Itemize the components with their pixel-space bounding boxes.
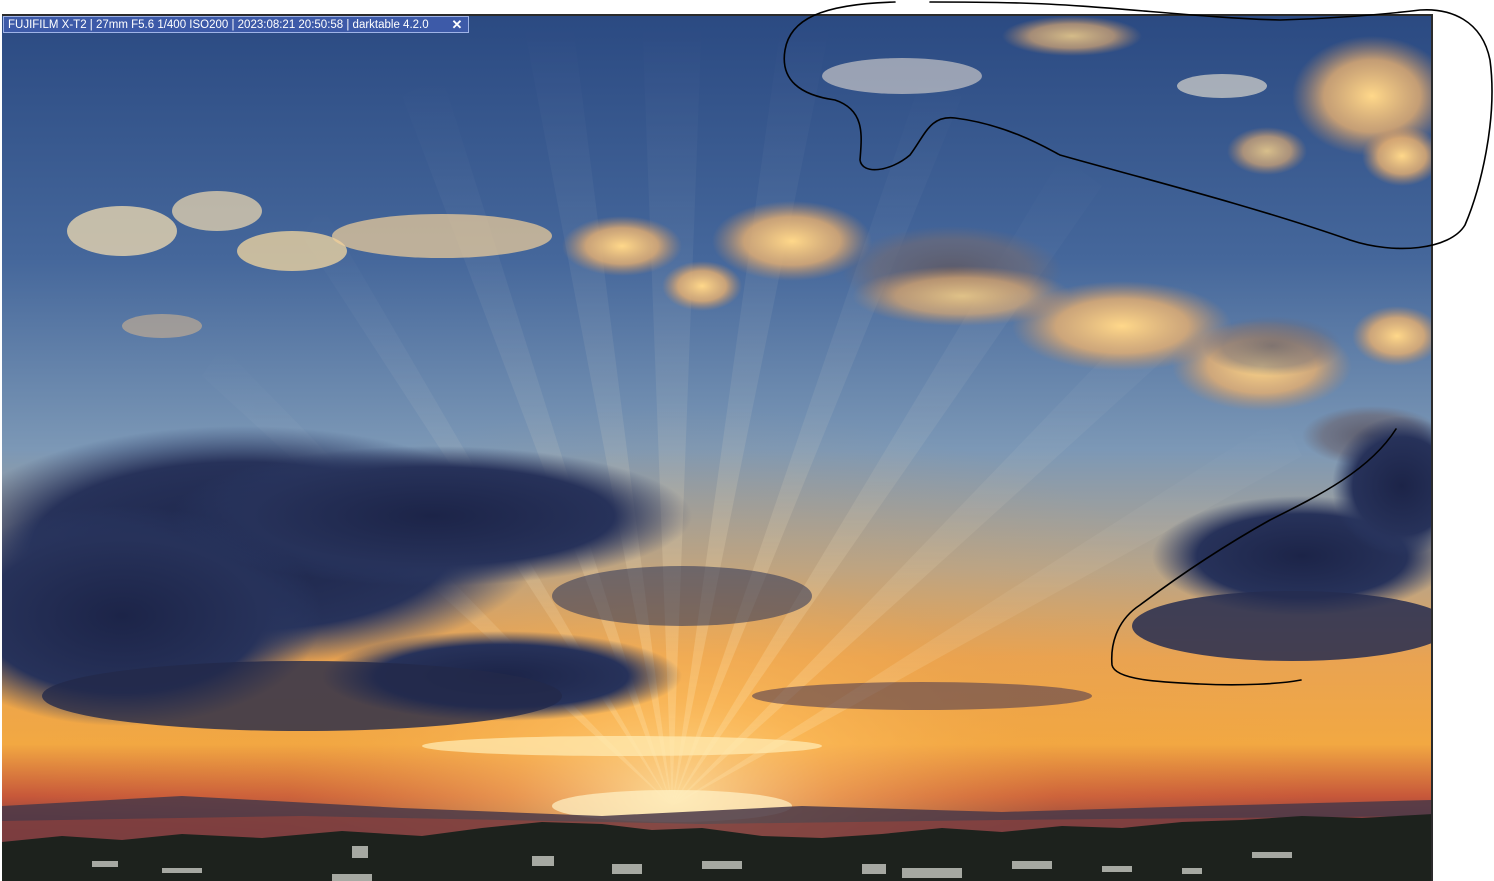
close-icon[interactable]: ✕ xyxy=(450,18,464,32)
sunset-photo xyxy=(2,16,1431,881)
exif-info-bar: FUJIFILM X-T2 | 27mm F5.6 1/400 ISO200 |… xyxy=(3,16,469,33)
photo-frame xyxy=(2,14,1433,881)
image-viewer: FUJIFILM X-T2 | 27mm F5.6 1/400 ISO200 |… xyxy=(0,0,1494,881)
exif-info-text: FUJIFILM X-T2 | 27mm F5.6 1/400 ISO200 |… xyxy=(8,18,429,31)
